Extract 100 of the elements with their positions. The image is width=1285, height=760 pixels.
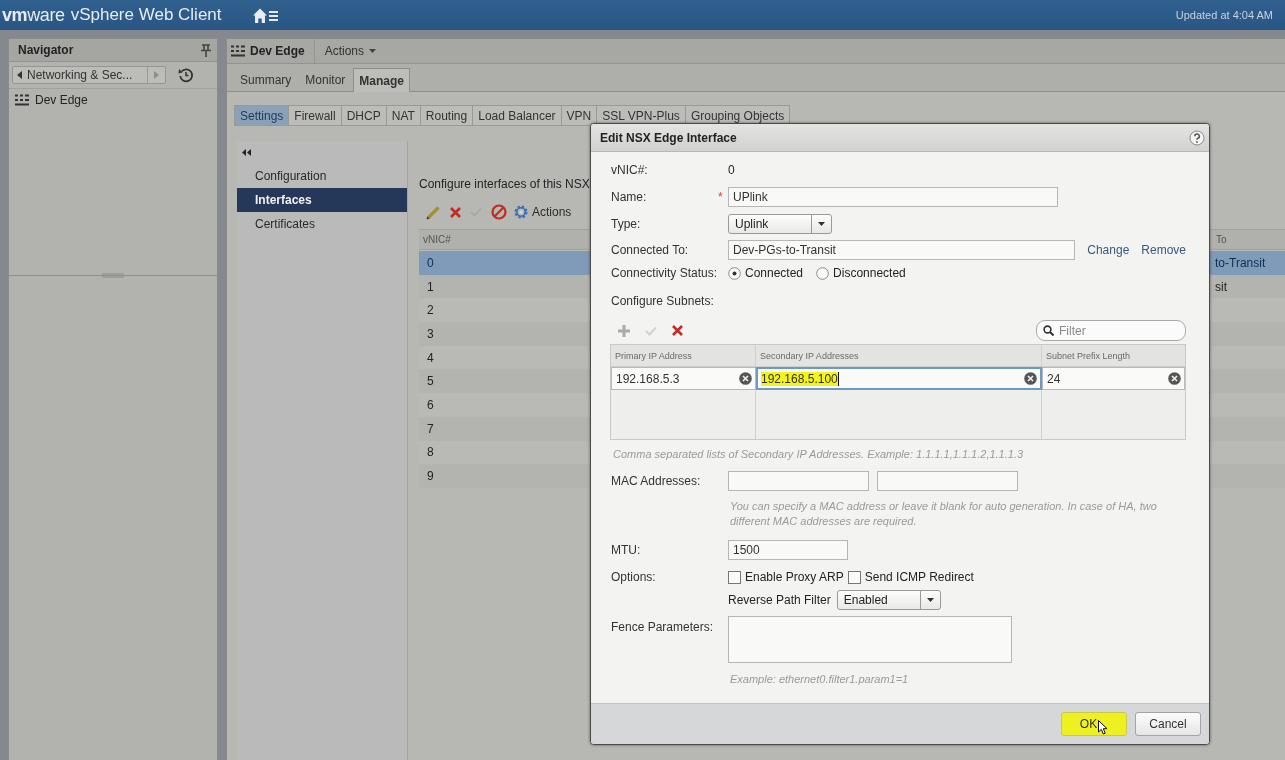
radio-label[interactable]: Connected bbox=[745, 266, 804, 280]
hint-text: Example: ethernet0.filter1.param1=1 bbox=[730, 672, 910, 686]
actions-button[interactable]: Actions bbox=[513, 204, 572, 220]
history-icon[interactable] bbox=[178, 67, 194, 83]
connected-to-field[interactable]: Dev-PGs-to-Transit bbox=[728, 240, 1076, 260]
table-cell-text: 9 bbox=[426, 469, 435, 484]
checkbox-label[interactable]: Enable Proxy ARP bbox=[745, 570, 844, 584]
table-cell-text: 3 bbox=[426, 326, 435, 341]
table-cell-text: to-Transit bbox=[1214, 255, 1267, 270]
column-header: Secondary IP Addresses bbox=[760, 350, 859, 361]
app-title: vSphere Web Client bbox=[70, 5, 222, 25]
edge-icon bbox=[15, 94, 29, 106]
side-menu-item[interactable]: Interfaces bbox=[237, 188, 407, 212]
sub-tab[interactable]: Routing bbox=[419, 105, 474, 126]
object-title: Dev Edge bbox=[250, 44, 305, 58]
checkbox[interactable] bbox=[847, 570, 861, 584]
sub-tab[interactable]: Firewall bbox=[288, 105, 342, 126]
column-header: To bbox=[1215, 234, 1228, 245]
table-cell-text: 1 bbox=[426, 279, 435, 294]
mtu-field[interactable]: 1500 bbox=[728, 540, 848, 560]
table-cell-text: 0 bbox=[426, 255, 435, 270]
column-header: Primary IP Address bbox=[615, 350, 692, 361]
caret-icon bbox=[369, 49, 377, 53]
vnic-value: 0 bbox=[728, 163, 735, 177]
link[interactable]: Remove bbox=[1141, 243, 1186, 257]
radio-button[interactable] bbox=[816, 266, 830, 280]
cell-input-field[interactable]: 192.168.5.3 bbox=[611, 367, 756, 390]
link[interactable]: Change bbox=[1087, 243, 1130, 257]
delete-icon[interactable] bbox=[672, 325, 683, 336]
caret-icon bbox=[926, 598, 934, 602]
clear-icon[interactable] bbox=[1024, 372, 1037, 385]
field-label: MTU: bbox=[611, 543, 642, 557]
radio-button[interactable] bbox=[728, 266, 741, 280]
reverse-path-filter-dropdown[interactable]: Enabled bbox=[836, 590, 941, 610]
hint-text: Comma separated lists of Secondary IP Addresses. Example: 1.1.1.1,1.1.1.2,1.1.1.3 bbox=[613, 447, 1025, 461]
table-cell-text: 7 bbox=[426, 421, 435, 436]
section-description: Configure interfaces of this NSX bbox=[419, 177, 591, 191]
column-header: Subnet Prefix Length bbox=[1046, 350, 1131, 361]
dialog-title: Edit NSX Edge Interface bbox=[600, 130, 737, 145]
field-label: Type: bbox=[611, 217, 642, 231]
name-field[interactable]: UPlink bbox=[728, 187, 1058, 207]
field-label: Connected To: bbox=[611, 243, 690, 257]
help-icon[interactable] bbox=[1189, 129, 1205, 146]
field-label: Reverse Path Filter bbox=[728, 593, 831, 607]
back-button[interactable]: Networking & Sec... bbox=[13, 67, 147, 83]
field-label: Configure Subnets: bbox=[611, 294, 714, 308]
table-cell-text: 5 bbox=[426, 374, 435, 389]
actions-menu-button[interactable]: Actions bbox=[320, 42, 381, 60]
fence-parameters-field[interactable] bbox=[728, 616, 1012, 663]
mac-address-field[interactable] bbox=[877, 471, 1018, 491]
grip-icon[interactable] bbox=[102, 273, 124, 278]
gear-icon bbox=[513, 204, 529, 220]
caret-icon bbox=[818, 222, 825, 226]
checkbox[interactable] bbox=[728, 570, 741, 584]
required-mark: * bbox=[718, 190, 724, 204]
collapse-icon[interactable] bbox=[242, 149, 251, 156]
field-label: Name: bbox=[611, 190, 648, 204]
sub-tab[interactable]: Settings bbox=[234, 105, 290, 126]
dialog-button[interactable]: Cancel bbox=[1135, 712, 1201, 736]
type-dropdown[interactable]: Uplink bbox=[728, 214, 832, 234]
table-cell-text: sit bbox=[1214, 279, 1228, 294]
table-cell-text: 4 bbox=[426, 350, 435, 365]
hint-text: You can specify a MAC address or leave it blank for auto generation. In case of HA, two different MAC addresses are required. bbox=[730, 499, 1158, 529]
no-entry-icon[interactable] bbox=[491, 204, 507, 220]
tab[interactable]: Summary bbox=[234, 68, 298, 91]
back-arrow-icon bbox=[17, 71, 22, 79]
table-cell-text: 2 bbox=[426, 303, 435, 318]
field-label: Connectivity Status: bbox=[611, 266, 719, 280]
navigator-title: Navigator bbox=[18, 43, 74, 57]
tab[interactable]: Monitor bbox=[299, 68, 352, 91]
field-label: Fence Parameters: bbox=[611, 620, 715, 634]
field-label: Options: bbox=[611, 570, 657, 584]
delete-icon[interactable] bbox=[450, 206, 461, 218]
vmware-logo: vmware bbox=[2, 4, 65, 26]
sub-tab[interactable]: DHCP bbox=[340, 105, 387, 126]
side-menu-item[interactable]: Certificates bbox=[237, 212, 407, 236]
side-menu-item[interactable]: Configuration bbox=[237, 164, 407, 188]
search-icon bbox=[1043, 325, 1054, 336]
table-cell-text: 6 bbox=[426, 397, 435, 412]
sub-tab[interactable]: NAT bbox=[385, 105, 421, 126]
pointer-icon bbox=[1098, 719, 1109, 735]
tab[interactable]: Manage bbox=[353, 68, 411, 92]
clear-icon[interactable] bbox=[739, 372, 752, 385]
table-cell-text: 8 bbox=[426, 445, 435, 460]
home-menu-icon[interactable] bbox=[252, 7, 278, 23]
field-label: MAC Addresses: bbox=[611, 474, 702, 488]
column-header: vNIC# bbox=[422, 234, 452, 245]
sub-tab[interactable]: Load Balancer bbox=[472, 105, 562, 126]
radio-label[interactable]: Disconnected bbox=[833, 266, 906, 280]
field-label: vNIC#: bbox=[611, 163, 649, 177]
cell-input-field[interactable]: 24 bbox=[1042, 367, 1185, 390]
checkbox-label[interactable]: Send ICMP Redirect bbox=[864, 570, 974, 584]
pin-icon[interactable] bbox=[201, 43, 211, 57]
dialog-button[interactable]: OK bbox=[1061, 712, 1127, 736]
edge-icon bbox=[231, 45, 245, 57]
update-time: Updated at 4:04 AM bbox=[1175, 9, 1273, 21]
clear-icon[interactable] bbox=[1168, 372, 1181, 385]
mac-address-field[interactable] bbox=[728, 471, 869, 491]
navigator-item[interactable]: Dev Edge bbox=[9, 91, 217, 109]
cell-input-field[interactable]: 192.168.5.100 bbox=[756, 367, 1042, 390]
